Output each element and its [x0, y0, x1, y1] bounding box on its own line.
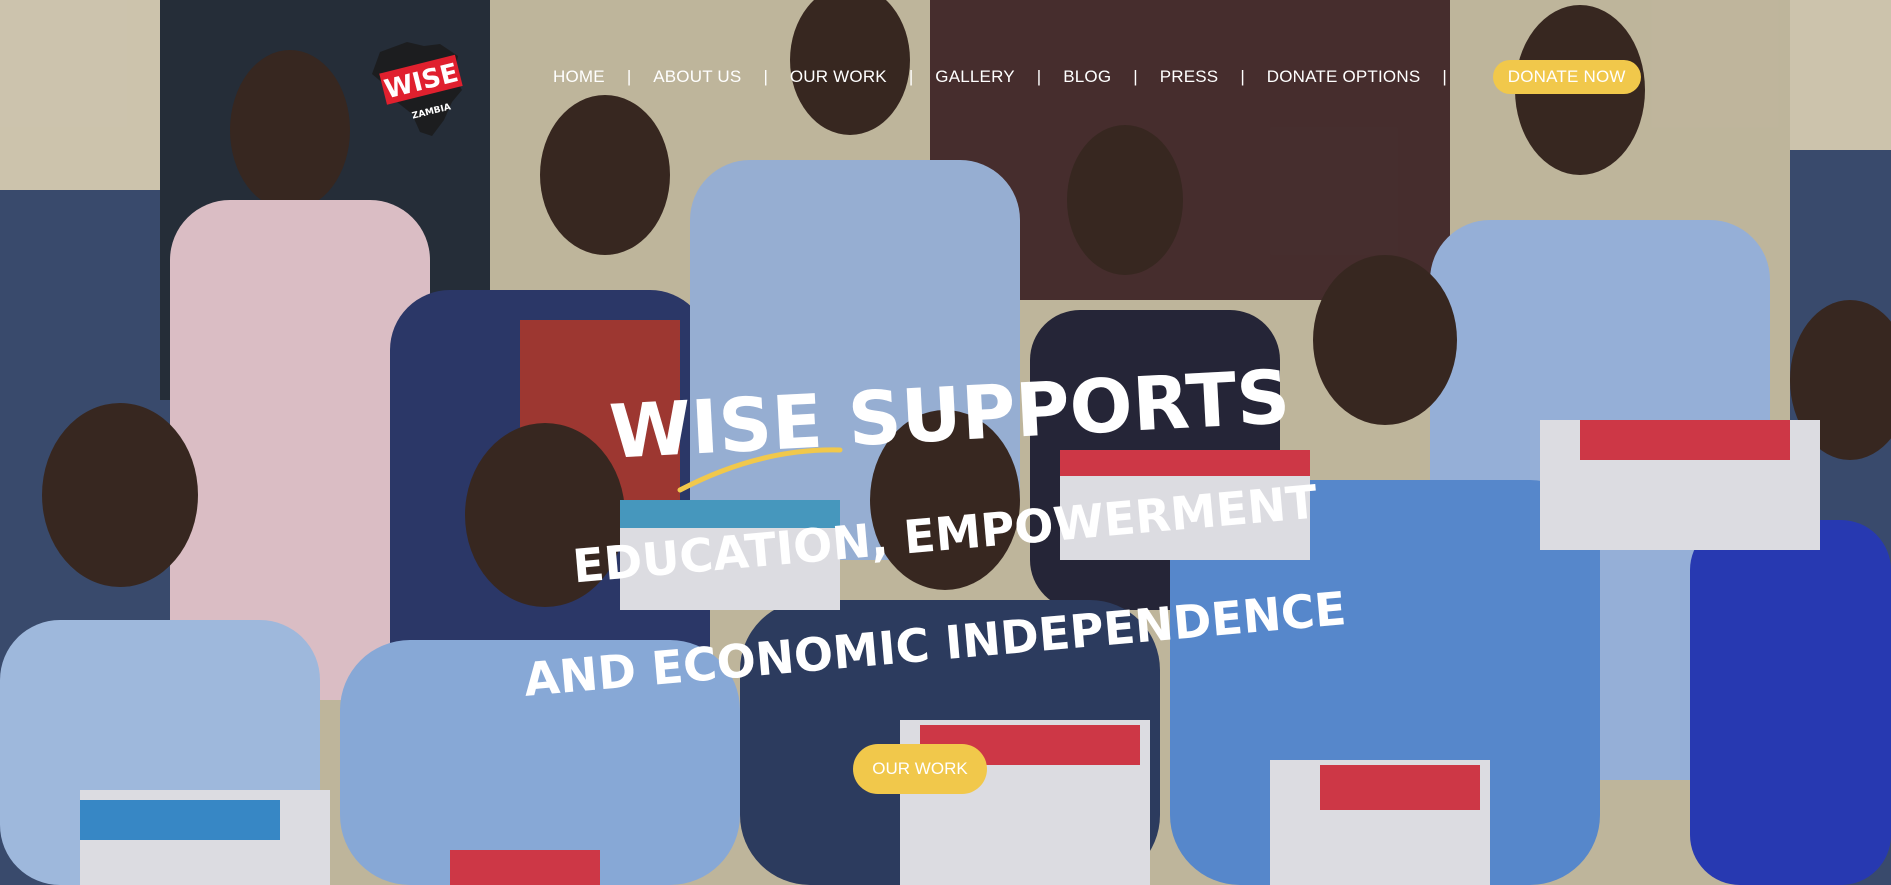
main-nav: HOME | ABOUT US | OUR WORK | GALLERY | B…: [553, 60, 1641, 94]
nav-gallery[interactable]: GALLERY: [935, 67, 1015, 87]
nav-separator: |: [1240, 67, 1245, 86]
nav-our-work[interactable]: OUR WORK: [790, 67, 887, 87]
nav-separator: |: [763, 67, 768, 86]
donate-now-button[interactable]: DONATE NOW: [1492, 60, 1641, 94]
nav-home[interactable]: HOME: [553, 67, 605, 87]
nav-separator: |: [1133, 67, 1138, 86]
hero-section: WISE ZAMBIA HOME | ABOUT US | OUR WORK |…: [0, 0, 1891, 885]
wise-zambia-logo[interactable]: WISE ZAMBIA: [362, 40, 482, 140]
nav-separator: |: [626, 67, 632, 86]
headline-line2: EDUCATION, EMPOWERMENT: [570, 474, 1319, 593]
nav-separator: |: [1442, 67, 1447, 86]
nav-press[interactable]: PRESS: [1160, 67, 1219, 87]
our-work-button[interactable]: OUR WORK: [853, 744, 987, 794]
nav-about-us[interactable]: ABOUT US: [653, 67, 741, 87]
nav-blog[interactable]: BLOG: [1063, 67, 1111, 87]
hero-headline: WISE SUPPORTS EDUCATION, EMPOWERMENT AND…: [522, 340, 1349, 720]
nav-donate-options[interactable]: DONATE OPTIONS: [1267, 67, 1421, 87]
headline-line1: WISE SUPPORTS: [607, 354, 1292, 476]
nav-separator: |: [1036, 67, 1042, 86]
nav-separator: |: [908, 67, 914, 86]
headline-line3: AND ECONOMIC INDEPENDENCE: [522, 581, 1349, 707]
